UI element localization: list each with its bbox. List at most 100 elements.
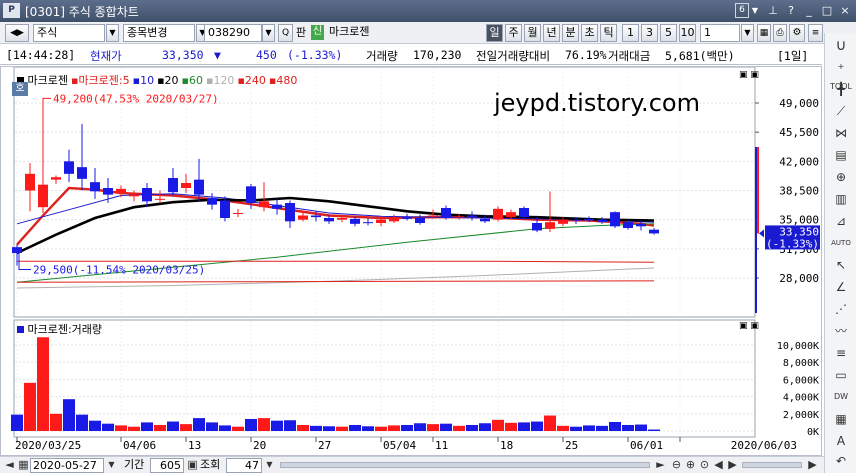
tab-count-badge[interactable]: 6 bbox=[735, 3, 749, 18]
horizontal-scrollbar[interactable] bbox=[280, 462, 650, 468]
trendline-icon[interactable]: ⟋ bbox=[830, 101, 852, 121]
zoom-in-icon[interactable]: ⊕ bbox=[684, 458, 697, 472]
date-tick-label: 27 bbox=[318, 439, 331, 452]
auto-icon[interactable]: AUTO bbox=[830, 233, 852, 253]
print-icon[interactable]: ⎙ bbox=[773, 24, 787, 42]
volume-bar bbox=[622, 424, 634, 431]
wave-icon[interactable]: 〰 bbox=[830, 321, 852, 341]
chart-area[interactable]: 28,00031,50035,00038,50042,00045,50049,0… bbox=[0, 66, 822, 456]
period-day-button[interactable]: 일 bbox=[486, 24, 503, 42]
channel-icon[interactable]: ⋰ bbox=[830, 299, 852, 319]
market-dropdown-icon[interactable]: ▼ bbox=[106, 24, 119, 42]
stock-change-select[interactable]: 종목변경 bbox=[123, 24, 195, 42]
undo-icon[interactable]: ↶ bbox=[830, 451, 852, 471]
text-tool-icon[interactable]: A bbox=[830, 431, 852, 451]
crosshair-icon[interactable]: ╋ bbox=[830, 79, 852, 99]
period-week-button[interactable]: 주 bbox=[505, 24, 522, 42]
stock-code-input[interactable]: 038290 bbox=[204, 24, 262, 42]
date-input[interactable]: 2020-05-27 bbox=[30, 458, 104, 473]
fast-forward-icon[interactable]: ▶ bbox=[726, 458, 739, 472]
volume-tick-label: 10,000K bbox=[777, 341, 819, 352]
zoom-out-icon[interactable]: ⊖ bbox=[670, 458, 683, 472]
bars-icon[interactable]: ▦ bbox=[830, 409, 852, 429]
volume-bar bbox=[310, 425, 322, 431]
candle-body bbox=[337, 218, 347, 220]
candle-body bbox=[324, 218, 334, 222]
pin-icon[interactable]: ⊥ bbox=[766, 3, 780, 18]
query-input[interactable]: 47 bbox=[226, 458, 262, 473]
query-dropdown-icon[interactable]: ▼ bbox=[263, 458, 276, 472]
grid-toggle-icon[interactable]: ▦ bbox=[757, 24, 771, 42]
maximize-icon[interactable]: □ bbox=[820, 3, 834, 18]
period-minute-button[interactable]: 분 bbox=[562, 24, 579, 42]
interval-input[interactable]: 1 bbox=[700, 24, 740, 42]
fast-back-icon[interactable]: ◀ bbox=[712, 458, 725, 472]
volume-bar bbox=[531, 421, 543, 431]
fibonacci-icon[interactable]: ⋈ bbox=[830, 123, 852, 143]
ruler-icon[interactable]: ⊿ bbox=[830, 211, 852, 231]
magnet-icon[interactable]: ∪ bbox=[830, 35, 852, 55]
period-input[interactable]: 605 bbox=[150, 458, 184, 473]
search-icon[interactable]: Q bbox=[278, 24, 293, 42]
calendar-icon[interactable]: ▦ bbox=[17, 458, 30, 472]
document-icon[interactable]: ▥ bbox=[830, 189, 852, 209]
volume-bar bbox=[24, 382, 36, 431]
minute-3-button[interactable]: 3 bbox=[641, 24, 658, 42]
volume-tick-label: 6,000K bbox=[783, 375, 819, 386]
volume-pane[interactable] bbox=[13, 319, 756, 438]
date-dropdown-icon[interactable]: ▼ bbox=[105, 458, 118, 472]
scroll-left-icon[interactable]: ◄ bbox=[3, 458, 16, 472]
prev-volume-ratio-label: 전일거래량대비 bbox=[476, 49, 551, 63]
legend-item: ▪120 bbox=[205, 74, 235, 87]
window-title: [0301] 주식 종합차트 bbox=[25, 3, 139, 20]
volume-axis: 0K 2,000K 4,000K 6,000K 8,000K 10,000K bbox=[777, 341, 819, 438]
zoom-slider[interactable] bbox=[742, 462, 802, 468]
volume-bar bbox=[232, 426, 244, 431]
interval-dropdown-icon[interactable]: ▼ bbox=[741, 24, 754, 42]
toolbar-menu-icon[interactable]: ≡ bbox=[808, 24, 823, 42]
pane-controls[interactable]: ▣ ▣ bbox=[739, 70, 759, 80]
volume-bar bbox=[505, 422, 517, 431]
scroll-right-icon[interactable]: ► bbox=[654, 458, 667, 472]
candle-body bbox=[233, 213, 243, 214]
end-icon[interactable]: ▶ bbox=[806, 458, 819, 472]
volume-pane-controls[interactable]: ▣ ▣ bbox=[739, 321, 759, 331]
period-year-button[interactable]: 년 bbox=[543, 24, 560, 42]
period-second-button[interactable]: 초 bbox=[581, 24, 598, 42]
period-tick-button[interactable]: 틱 bbox=[600, 24, 617, 42]
angle-icon[interactable]: ∠ bbox=[830, 277, 852, 297]
chart-toolbar: ◀▶ 주식 ▼ 종목변경 ▼ 038290 ▼ Q 판 신 마크로젠 일 주 월… bbox=[0, 22, 856, 44]
dw-icon[interactable]: DW bbox=[830, 387, 852, 407]
minimize-icon[interactable]: _ bbox=[802, 3, 816, 18]
candle-body bbox=[155, 198, 165, 200]
zoom-icon[interactable]: ⊕ bbox=[830, 167, 852, 187]
minute-1-button[interactable]: 1 bbox=[622, 24, 639, 42]
help-icon[interactable]: ? bbox=[784, 3, 798, 18]
ho-badge[interactable]: 호 bbox=[12, 82, 28, 96]
period-month-button[interactable]: 월 bbox=[524, 24, 541, 42]
settings-gear-icon[interactable]: ⚙ bbox=[789, 24, 805, 42]
query-icon[interactable]: ▣ bbox=[186, 458, 199, 472]
book-icon[interactable]: ▤ bbox=[830, 145, 852, 165]
cursor-icon[interactable]: ↖ bbox=[830, 255, 852, 275]
interval-value: 1 bbox=[704, 26, 711, 39]
rectangle-icon[interactable]: ▭ bbox=[830, 365, 852, 385]
price-label: 현재가 bbox=[90, 49, 122, 63]
pan-label: 판 bbox=[296, 26, 307, 39]
tool-label-icon[interactable]: + TOOL bbox=[830, 57, 852, 91]
minute-5-button[interactable]: 5 bbox=[660, 24, 677, 42]
minute-10-button[interactable]: 10 bbox=[679, 24, 696, 42]
tab-dropdown-icon[interactable]: ▼ bbox=[750, 3, 760, 18]
period-label: 기간 bbox=[124, 458, 145, 471]
volume-bar bbox=[414, 423, 426, 431]
level-icon[interactable]: ≡ bbox=[830, 343, 852, 363]
chart-canvas[interactable]: 28,00031,50035,00038,50042,00045,50049,0… bbox=[1, 67, 821, 455]
stock-code-dropdown-icon[interactable]: ▼ bbox=[262, 24, 275, 42]
zoom-fit-icon[interactable]: ⊙ bbox=[698, 458, 711, 472]
candle-body bbox=[116, 188, 126, 193]
market-select[interactable]: 주식 bbox=[33, 24, 105, 42]
volume-bar bbox=[492, 419, 504, 431]
close-icon[interactable]: × bbox=[838, 3, 852, 18]
prev-next-stock-button[interactable]: ◀▶ bbox=[5, 24, 29, 42]
volume-bar bbox=[219, 425, 231, 431]
